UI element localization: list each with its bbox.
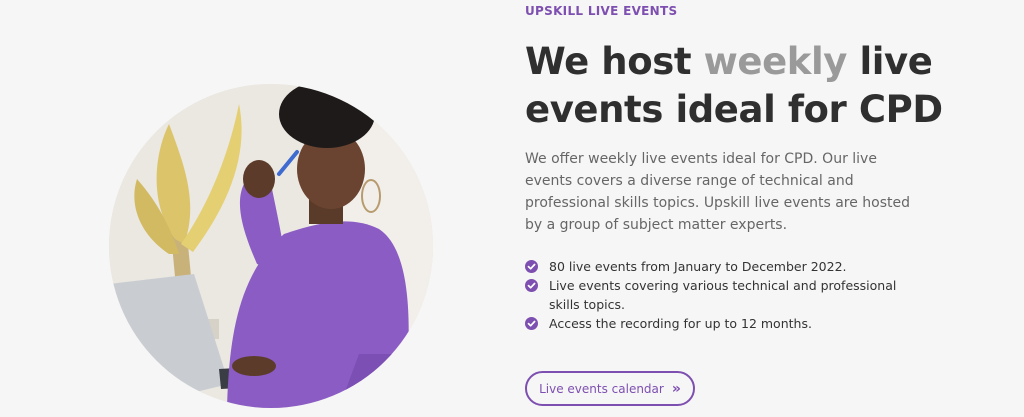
feature-text: Live events covering various technical a… [549,278,897,312]
check-circle-icon [525,317,538,330]
feature-text: Access the recording for up to 12 months… [549,316,812,331]
check-circle-icon [525,279,538,292]
hero-description: We offer weekly live events ideal for CP… [525,151,911,233]
title-highlight: weekly [703,40,848,83]
page-title: We host weekly live events ideal for CPD [525,38,965,134]
hero-photo [109,84,433,408]
feature-list: 80 live events from January to December … [525,257,925,333]
live-events-calendar-button[interactable]: Live events calendar » [525,371,695,406]
list-item: Live events covering various technical a… [525,276,925,314]
title-text-start: We host [525,40,704,83]
list-item: Access the recording for up to 12 months… [525,314,925,333]
list-item: 80 live events from January to December … [525,257,925,276]
section-eyebrow: UPSKILL LIVE EVENTS [525,4,678,18]
feature-text: 80 live events from January to December … [549,259,847,274]
check-circle-icon [525,260,538,273]
double-chevron-right-icon: » [671,380,681,397]
cta-label: Live events calendar [539,381,664,396]
